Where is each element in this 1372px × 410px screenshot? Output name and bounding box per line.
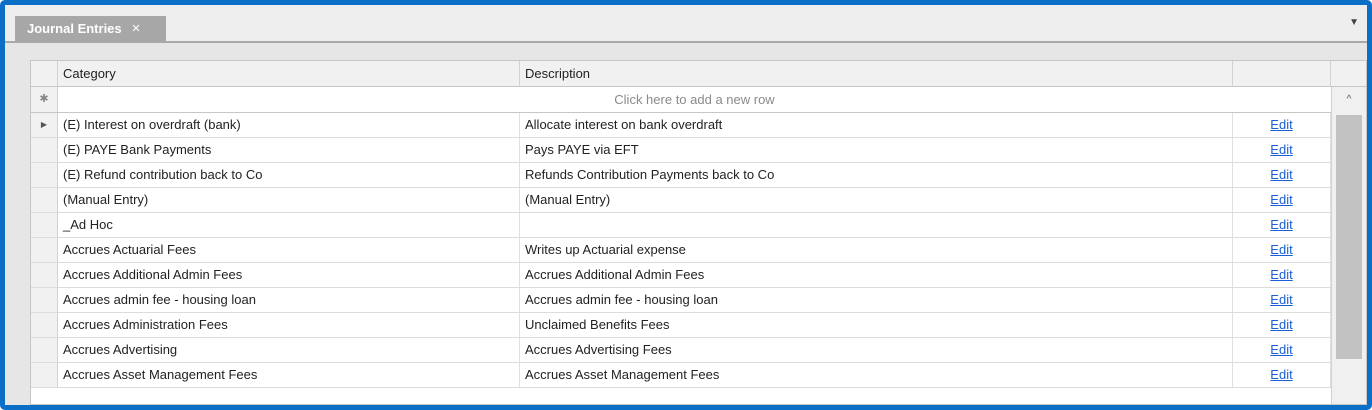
- cell-category[interactable]: (E) Interest on overdraft (bank): [58, 113, 520, 137]
- edit-link[interactable]: Edit: [1270, 317, 1292, 332]
- cell-description[interactable]: Unclaimed Benefits Fees: [520, 313, 1233, 337]
- column-header-actions: [1233, 61, 1331, 86]
- edit-link[interactable]: Edit: [1270, 192, 1292, 207]
- table-row[interactable]: ▶ (E) Interest on overdraft (bank) Allocat…: [31, 113, 1331, 138]
- scroll-up-icon[interactable]: ^: [1332, 87, 1366, 113]
- table-row[interactable]: _Ad Hoc Edit: [31, 213, 1331, 238]
- column-header-category[interactable]: Category: [58, 61, 520, 86]
- cell-actions: Edit: [1233, 188, 1331, 212]
- new-row-asterisk-icon: ✱: [31, 87, 58, 112]
- journal-entries-window: Journal Entries × ▼ Category Description …: [0, 0, 1372, 410]
- cell-category[interactable]: Accrues Additional Admin Fees: [58, 263, 520, 287]
- cell-actions: Edit: [1233, 238, 1331, 262]
- cell-category[interactable]: Accrues Administration Fees: [58, 313, 520, 337]
- row-indicator: [31, 163, 58, 187]
- table-row[interactable]: (E) PAYE Bank Payments Pays PAYE via EFT E…: [31, 138, 1331, 163]
- add-new-row-prompt[interactable]: Click here to add a new row: [58, 87, 1331, 112]
- table-row[interactable]: (Manual Entry) (Manual Entry) Edit: [31, 188, 1331, 213]
- cell-actions: Edit: [1233, 138, 1331, 162]
- edit-link[interactable]: Edit: [1270, 292, 1292, 307]
- table-row[interactable]: (E) Refund contribution back to Co Refund…: [31, 163, 1331, 188]
- row-indicator: [31, 188, 58, 212]
- new-row[interactable]: ✱ Click here to add a new row: [31, 87, 1366, 113]
- cell-category[interactable]: (E) PAYE Bank Payments: [58, 138, 520, 162]
- cell-actions: Edit: [1233, 213, 1331, 237]
- edit-link[interactable]: Edit: [1270, 167, 1292, 182]
- cell-category[interactable]: Accrues Asset Management Fees: [58, 363, 520, 387]
- chevron-down-icon[interactable]: ▼: [1349, 17, 1359, 28]
- vertical-scrollbar[interactable]: ^: [1331, 87, 1366, 404]
- edit-link[interactable]: Edit: [1270, 242, 1292, 257]
- cell-actions: Edit: [1233, 363, 1331, 387]
- row-indicator: [31, 363, 58, 387]
- edit-link[interactable]: Edit: [1270, 267, 1292, 282]
- row-indicator: [31, 238, 58, 262]
- current-row-indicator-icon: ▶: [31, 113, 58, 137]
- cell-actions: Edit: [1233, 113, 1331, 137]
- cell-description[interactable]: Accrues Advertising Fees: [520, 338, 1233, 362]
- grid-header: Category Description: [31, 61, 1366, 87]
- tab-title: Journal Entries: [27, 21, 122, 36]
- row-indicator: [31, 313, 58, 337]
- cell-description[interactable]: (Manual Entry): [520, 188, 1233, 212]
- row-indicator: [31, 338, 58, 362]
- cell-description[interactable]: Refunds Contribution Payments back to Co: [520, 163, 1233, 187]
- table-row[interactable]: Accrues Asset Management Fees Accrues Ass…: [31, 363, 1331, 388]
- row-indicator: [31, 288, 58, 312]
- journal-entries-grid: Category Description ✱ Click here to add…: [30, 60, 1367, 405]
- row-indicator: [31, 213, 58, 237]
- cell-actions: Edit: [1233, 163, 1331, 187]
- cell-actions: Edit: [1233, 263, 1331, 287]
- row-indicator: [31, 138, 58, 162]
- row-indicator: [31, 263, 58, 287]
- edit-link[interactable]: Edit: [1270, 367, 1292, 382]
- close-icon[interactable]: ×: [132, 16, 141, 41]
- cell-description[interactable]: Accrues admin fee - housing loan: [520, 288, 1233, 312]
- cell-category[interactable]: Accrues admin fee - housing loan: [58, 288, 520, 312]
- cell-actions: Edit: [1233, 288, 1331, 312]
- cell-description[interactable]: Pays PAYE via EFT: [520, 138, 1233, 162]
- table-row[interactable]: Accrues admin fee - housing loan Accrues …: [31, 288, 1331, 313]
- edit-link[interactable]: Edit: [1270, 342, 1292, 357]
- table-row[interactable]: Accrues Advertising Accrues Advertising F…: [31, 338, 1331, 363]
- cell-category[interactable]: (E) Refund contribution back to Co: [58, 163, 520, 187]
- cell-category[interactable]: Accrues Actuarial Fees: [58, 238, 520, 262]
- cell-actions: Edit: [1233, 338, 1331, 362]
- table-row[interactable]: Accrues Administration Fees Unclaimed Ben…: [31, 313, 1331, 338]
- cell-description[interactable]: Writes up Actuarial expense: [520, 238, 1233, 262]
- cell-description[interactable]: Allocate interest on bank overdraft: [520, 113, 1233, 137]
- cell-description[interactable]: Accrues Additional Admin Fees: [520, 263, 1233, 287]
- table-row[interactable]: Accrues Additional Admin Fees Accrues Add…: [31, 263, 1331, 288]
- scrollbar-thumb[interactable]: [1336, 115, 1362, 359]
- cell-category[interactable]: _Ad Hoc: [58, 213, 520, 237]
- column-header-description[interactable]: Description: [520, 61, 1233, 86]
- cell-actions: Edit: [1233, 313, 1331, 337]
- table-row[interactable]: Accrues Actuarial Fees Writes up Actuaria…: [31, 238, 1331, 263]
- edit-link[interactable]: Edit: [1270, 117, 1292, 132]
- cell-category[interactable]: (Manual Entry): [58, 188, 520, 212]
- row-indicator-header: [31, 61, 58, 86]
- cell-category[interactable]: Accrues Advertising: [58, 338, 520, 362]
- edit-link[interactable]: Edit: [1270, 142, 1292, 157]
- tab-journal-entries[interactable]: Journal Entries ×: [15, 16, 166, 41]
- edit-link[interactable]: Edit: [1270, 217, 1292, 232]
- cell-description[interactable]: Accrues Asset Management Fees: [520, 363, 1233, 387]
- cell-description[interactable]: [520, 213, 1233, 237]
- tab-strip: Journal Entries × ▼: [5, 5, 1367, 43]
